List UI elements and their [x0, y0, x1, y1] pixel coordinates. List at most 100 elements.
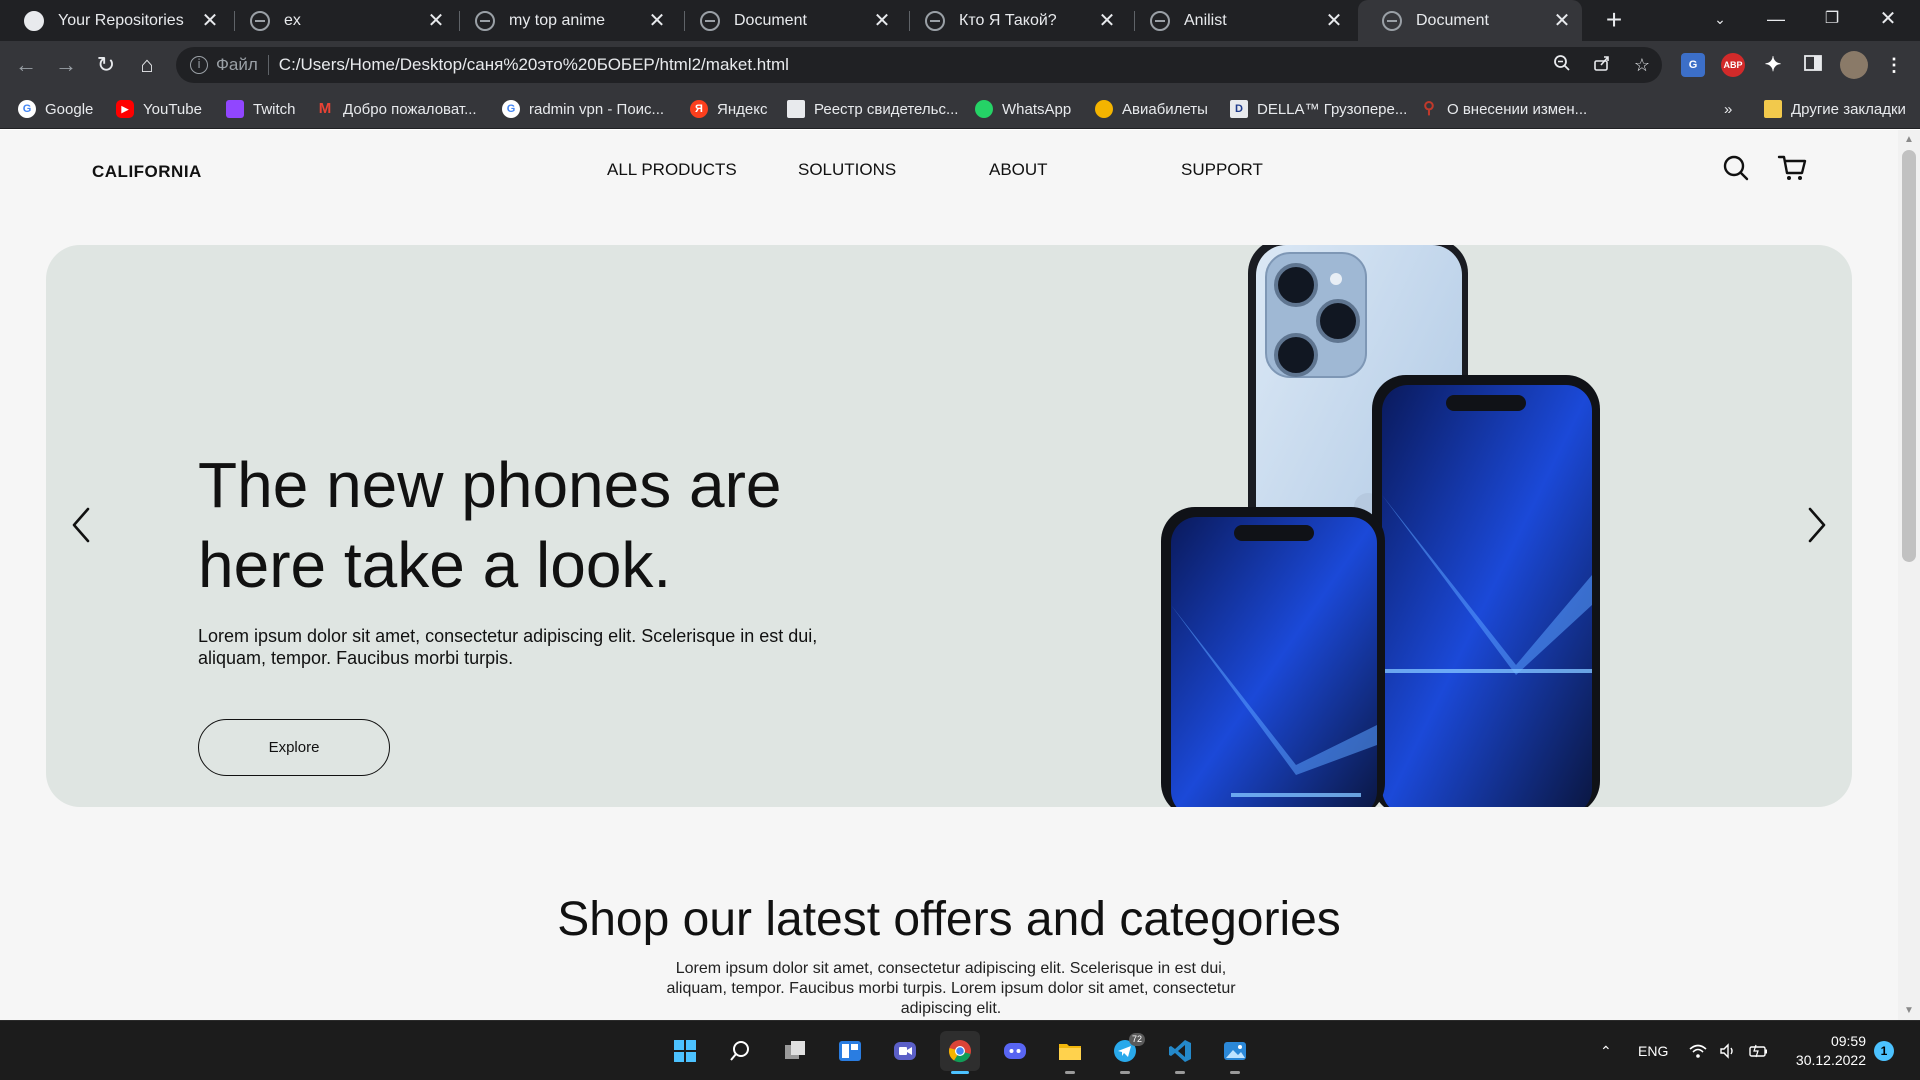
- tab-search-chevron-icon[interactable]: ⌄: [1692, 0, 1748, 41]
- divider: [267, 55, 269, 75]
- extensions-puzzle-icon[interactable]: ✦: [1761, 53, 1785, 77]
- scroll-up-arrow-icon[interactable]: ▲: [1898, 134, 1920, 145]
- cart-icon[interactable]: [1776, 152, 1808, 184]
- globe-icon: [1150, 10, 1170, 31]
- bookmark-radmin-search[interactable]: G radmin vpn - Поис...: [502, 89, 664, 129]
- side-panel-icon[interactable]: [1801, 53, 1825, 77]
- bookmark-whatsapp[interactable]: WhatsApp: [975, 89, 1071, 129]
- nav-all-products[interactable]: ALL PRODUCTS: [607, 160, 737, 180]
- wifi-icon[interactable]: [1688, 1021, 1708, 1080]
- vscode-taskbar-button[interactable]: [1160, 1031, 1200, 1074]
- tab-document-active[interactable]: Document ✕: [1358, 0, 1582, 41]
- scroll-down-arrow-icon[interactable]: ▼: [1898, 1005, 1920, 1016]
- bookmark-registry[interactable]: Реестр свидетельс...: [787, 89, 958, 129]
- volume-icon[interactable]: [1718, 1021, 1738, 1080]
- other-bookmarks-folder[interactable]: Другие закладки: [1764, 89, 1906, 129]
- brand-logo[interactable]: CALIFORNIA: [92, 162, 202, 182]
- tab-close-icon[interactable]: ✕: [1093, 8, 1121, 33]
- file-explorer-icon: [1059, 1044, 1081, 1060]
- tray-overflow-chevron-icon[interactable]: ⌃: [1600, 1021, 1612, 1080]
- url-text[interactable]: C:/Users/Home/Desktop/саня%20это%20БОБЕР…: [279, 55, 1542, 75]
- bookmark-label: Реестр свидетельс...: [814, 100, 959, 118]
- share-icon[interactable]: [1582, 54, 1622, 77]
- bookmark-label: Добро пожаловат...: [343, 100, 477, 118]
- tab-title: my top anime: [509, 11, 606, 29]
- telegram-taskbar-button[interactable]: 72: [1105, 1031, 1146, 1074]
- notification-badge[interactable]: 1: [1874, 1041, 1894, 1061]
- carousel-prev-arrow-icon[interactable]: [64, 503, 98, 547]
- tab-close-icon[interactable]: ✕: [643, 8, 671, 33]
- bookmark-label: Другие закладки: [1791, 100, 1906, 118]
- restore-icon[interactable]: ❐: [1804, 0, 1860, 41]
- photos-taskbar-button[interactable]: [1215, 1031, 1255, 1074]
- system-clock[interactable]: 09:59 30.12.2022: [1776, 1032, 1866, 1070]
- tab-close-icon[interactable]: ✕: [1320, 8, 1348, 33]
- task-view-button[interactable]: [775, 1031, 815, 1071]
- yandex-icon: Я: [690, 100, 708, 118]
- start-button[interactable]: [665, 1031, 705, 1071]
- bookmarks-overflow-button[interactable]: »: [1724, 89, 1732, 129]
- carousel-next-arrow-icon[interactable]: [1800, 503, 1834, 547]
- window-close-icon[interactable]: ✕: [1860, 0, 1916, 41]
- tab-kto-ya-takoy[interactable]: Кто Я Такой? ✕: [901, 0, 1127, 41]
- bookmark-star-icon[interactable]: ☆: [1622, 55, 1662, 76]
- bookmark-youtube[interactable]: ▶ YouTube: [116, 89, 202, 129]
- site-info-icon[interactable]: i: [190, 56, 208, 74]
- discord-taskbar-button[interactable]: [995, 1031, 1035, 1071]
- new-tab-button[interactable]: +: [1598, 4, 1630, 36]
- address-bar[interactable]: i Файл C:/Users/Home/Desktop/саня%20это%…: [176, 47, 1662, 83]
- file-explorer-taskbar-button[interactable]: [1050, 1031, 1090, 1074]
- bookmark-della[interactable]: D DELLA™ Грузопере...: [1230, 89, 1407, 129]
- gmail-icon: M: [318, 100, 332, 117]
- minimize-icon[interactable]: —: [1748, 0, 1804, 41]
- section-description: Lorem ipsum dolor sit amet, consectetur …: [666, 960, 1236, 1017]
- google-translate-icon[interactable]: G: [1681, 53, 1705, 77]
- tab-your-repositories[interactable]: Your Repositories ✕: [0, 0, 230, 41]
- nav-about[interactable]: ABOUT: [989, 160, 1048, 180]
- reload-icon[interactable]: ↻: [90, 49, 122, 81]
- battery-icon[interactable]: [1748, 1021, 1770, 1080]
- tab-close-icon[interactable]: ✕: [1548, 8, 1576, 33]
- bookmark-google[interactable]: G Google: [18, 89, 93, 129]
- back-arrow-icon[interactable]: ←: [10, 49, 42, 81]
- bookmark-gmail[interactable]: M Добро пожаловат...: [316, 89, 477, 129]
- zoom-icon[interactable]: [1542, 54, 1582, 77]
- tab-document[interactable]: Document ✕: [676, 0, 902, 41]
- teams-chat-button[interactable]: [885, 1031, 925, 1071]
- forward-arrow-icon[interactable]: →: [50, 49, 82, 81]
- clock-date: 30.12.2022: [1795, 1052, 1866, 1068]
- explore-button[interactable]: Explore: [198, 719, 390, 776]
- page-scrollbar[interactable]: ▲ ▼: [1898, 130, 1920, 1020]
- tab-close-icon[interactable]: ✕: [422, 8, 450, 33]
- globe-icon: [925, 10, 945, 31]
- bookmark-amendments[interactable]: ⚲ О внесении измен...: [1420, 89, 1587, 129]
- bookmark-label: DELLA™ Грузопере...: [1257, 100, 1408, 118]
- start-icon: [674, 1040, 696, 1062]
- taskbar-search-button[interactable]: [720, 1031, 760, 1071]
- bookmark-yandex[interactable]: Я Яндекс: [690, 89, 767, 129]
- bookmark-aviasales[interactable]: Авиабилеты: [1095, 89, 1208, 129]
- tab-ex[interactable]: ex ✕: [226, 0, 456, 41]
- nav-solutions[interactable]: SOLUTIONS: [798, 160, 896, 180]
- input-language[interactable]: ENG: [1638, 1021, 1668, 1080]
- tab-anilist[interactable]: Anilist ✕: [1126, 0, 1354, 41]
- tab-close-icon[interactable]: ✕: [868, 8, 896, 33]
- chrome-icon: [948, 1040, 971, 1063]
- chrome-menu-icon[interactable]: ⋮: [1882, 53, 1906, 77]
- home-icon[interactable]: ⌂: [131, 49, 163, 81]
- globe-icon: [475, 10, 495, 31]
- scrollbar-thumb[interactable]: [1902, 150, 1916, 562]
- aviasales-icon: [1095, 100, 1113, 118]
- search-icon[interactable]: [1720, 152, 1752, 184]
- nav-support[interactable]: SUPPORT: [1181, 160, 1263, 180]
- profile-avatar[interactable]: [1840, 51, 1868, 79]
- tab-my-top-anime[interactable]: my top anime ✕: [451, 0, 677, 41]
- web-page: CALIFORNIA ALL PRODUCTS SOLUTIONS ABOUT …: [0, 130, 1898, 1020]
- widgets-button[interactable]: [830, 1031, 870, 1071]
- tab-close-icon[interactable]: ✕: [196, 8, 224, 33]
- running-indicator: [1175, 1071, 1185, 1074]
- chrome-taskbar-button[interactable]: [940, 1031, 980, 1074]
- bookmark-twitch[interactable]: Twitch: [226, 89, 296, 129]
- adblock-plus-icon[interactable]: ABP: [1721, 53, 1745, 77]
- tab-title: Document: [734, 11, 807, 29]
